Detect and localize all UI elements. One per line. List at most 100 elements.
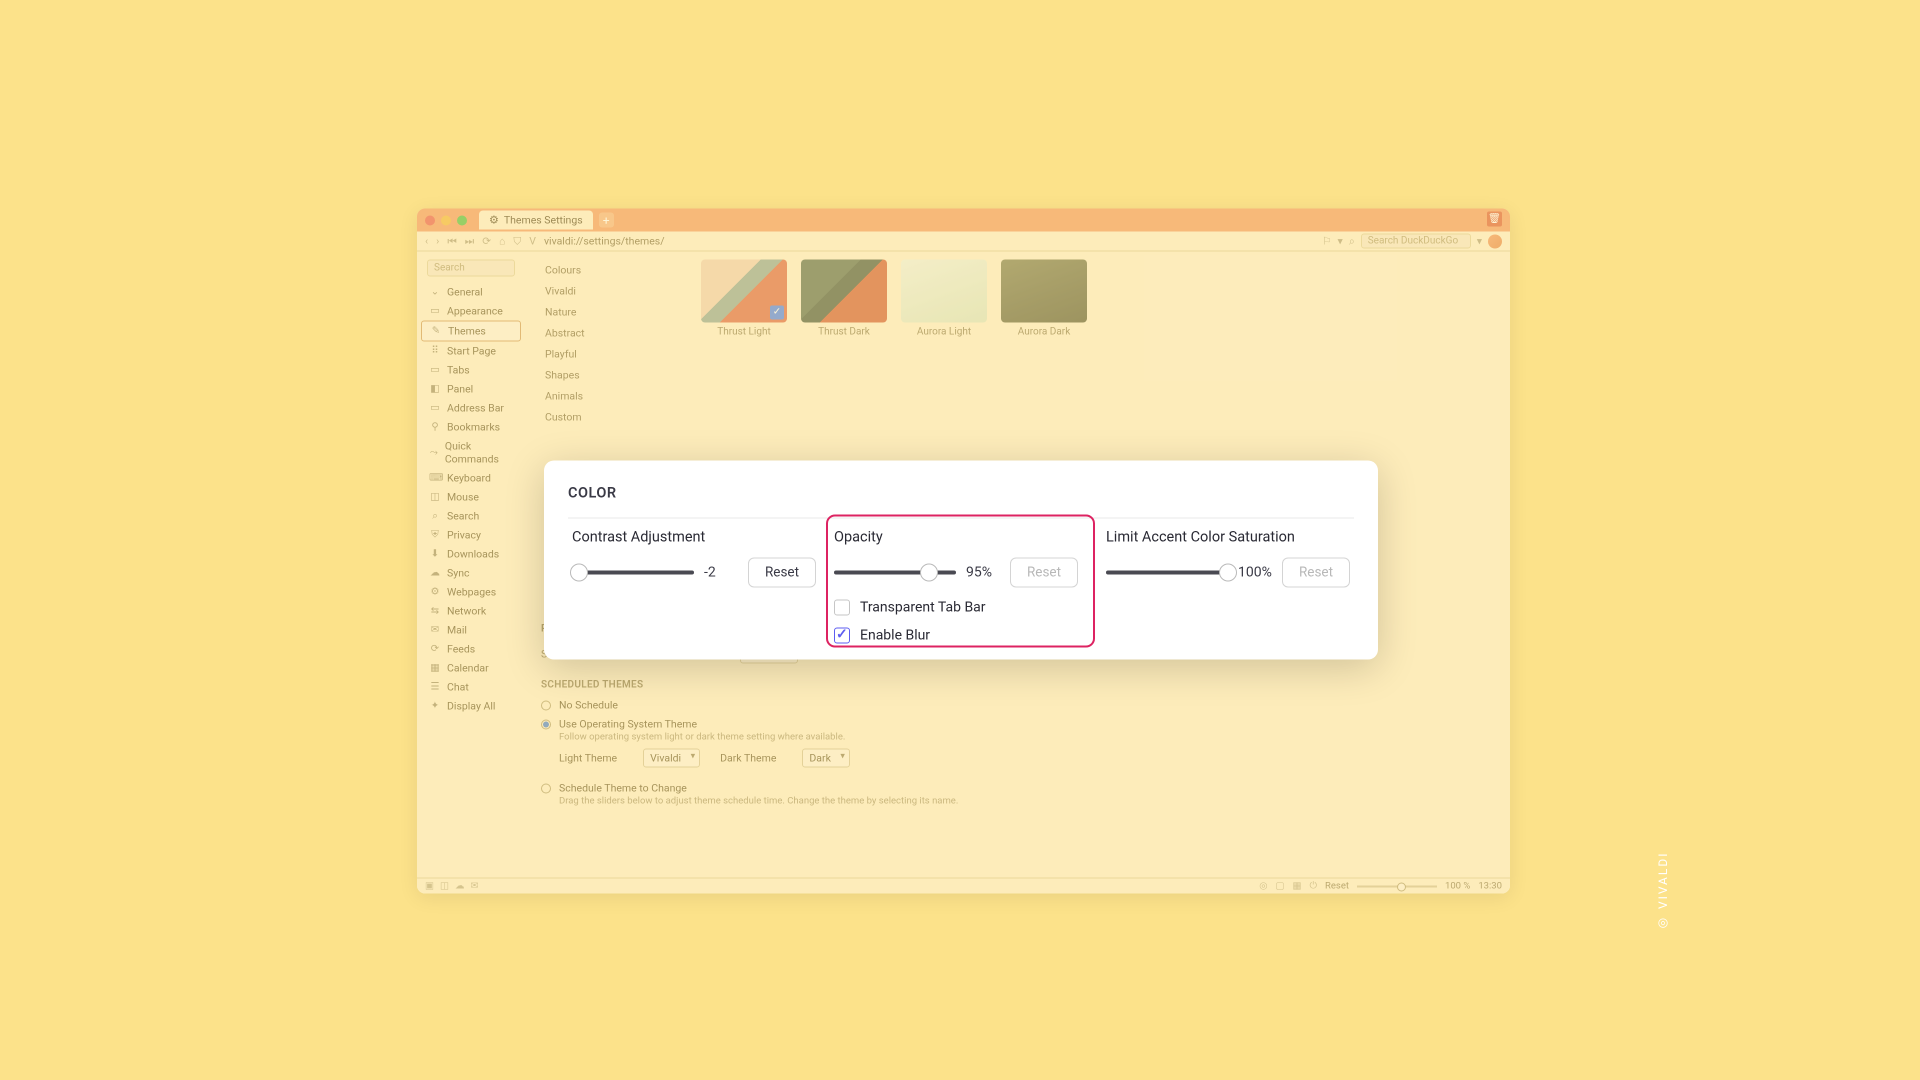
tile-icon[interactable]: ◫ [440, 881, 449, 892]
chevron-down-icon[interactable]: ▾ [1338, 235, 1343, 248]
light-theme-label: Light Theme [559, 752, 617, 765]
image-icon[interactable]: ▦ [1293, 881, 1302, 892]
forward-icon[interactable]: › [436, 235, 439, 248]
contrast-slider[interactable] [572, 571, 694, 575]
maximize-icon[interactable] [457, 215, 467, 225]
search-dropdown-icon[interactable]: ▾ [1477, 235, 1482, 248]
category-vivaldi[interactable]: Vivaldi [541, 281, 681, 302]
theme-card-thrust-light[interactable]: Thrust Light [701, 260, 787, 338]
radio-no-schedule[interactable]: No Schedule [541, 699, 1510, 712]
theme-card-thrust-dark[interactable]: Thrust Dark [801, 260, 887, 338]
radio-use-os[interactable]: Use Operating System Theme Follow operat… [541, 718, 1510, 743]
sidebar-item-bookmarks[interactable]: ⚲ Bookmarks [421, 418, 521, 437]
sidebar-item-mail[interactable]: ✉Mail [421, 621, 521, 640]
scheduled-heading: SCHEDULED THEMES [541, 680, 1510, 691]
contrast-reset-button[interactable]: Reset [748, 558, 816, 588]
sidebar-item-start-page[interactable]: ⠿Start Page [421, 342, 521, 361]
slider-thumb[interactable] [1219, 564, 1237, 582]
sidebar-item-display-all[interactable]: ✦Display All [421, 697, 521, 716]
sidebar-item-label: General [447, 286, 483, 299]
category-nature[interactable]: Nature [541, 302, 681, 323]
sidebar-item-chat[interactable]: ☰Chat [421, 678, 521, 697]
transparent-tab-bar-checkbox[interactable]: Transparent Tab Bar [834, 600, 1078, 616]
category-playful[interactable]: Playful [541, 344, 681, 365]
theme-name: Thrust Light [701, 327, 787, 338]
dark-theme-select[interactable]: Dark [802, 749, 849, 768]
sidebar-item-icon: ⚲ [429, 422, 441, 433]
sidebar-item-quick-commands[interactable]: ⤳Quick Commands [421, 437, 521, 469]
sidebar-item-downloads[interactable]: ⬇Downloads [421, 545, 521, 564]
sidebar-item-label: Network [447, 605, 486, 618]
category-custom[interactable]: Custom [541, 407, 681, 428]
theme-card-aurora-dark[interactable]: Aurora Dark [1001, 260, 1087, 338]
sidebar-item-icon: ⛨ [429, 530, 441, 541]
pip-icon[interactable]: ▢ [1276, 881, 1285, 892]
sidebar-item-webpages[interactable]: ⚙Webpages [421, 583, 521, 602]
tab-themes-settings[interactable]: ⚙ Themes Settings [479, 211, 593, 230]
new-tab-button[interactable]: + [599, 213, 614, 228]
search-input[interactable]: Search DuckDuckGo [1361, 234, 1471, 249]
brand-watermark: ◎ VIVALDI [1656, 852, 1670, 932]
address-bar: ‹ › ⏮ ⏭ ⟳ ⌂ ⛉ V vivaldi://settings/theme… [417, 232, 1510, 252]
zoom-slider[interactable] [1357, 885, 1437, 887]
category-animals[interactable]: Animals [541, 386, 681, 407]
capture-icon[interactable]: ◎ [1259, 881, 1267, 892]
zoom-reset[interactable]: Reset [1325, 881, 1349, 892]
sidebar-item-network[interactable]: ⇆Network [421, 602, 521, 621]
trash-button[interactable]: 🗑 [1487, 212, 1502, 227]
ffwd-icon[interactable]: ⏭ [465, 234, 474, 248]
checkbox-icon [834, 600, 850, 616]
sidebar-item-icon: ⌄ [429, 287, 441, 298]
sidebar-item-themes[interactable]: ✎Themes [421, 321, 521, 342]
saturation-reset-button[interactable]: Reset [1282, 558, 1350, 588]
close-icon[interactable] [425, 215, 435, 225]
sidebar-item-search[interactable]: ⌕Search [421, 507, 521, 526]
minimize-icon[interactable] [441, 215, 451, 225]
category-abstract[interactable]: Abstract [541, 323, 681, 344]
reload-icon[interactable]: ⟳ [482, 235, 491, 248]
sidebar-item-label: Mouse [447, 491, 479, 504]
slider-thumb[interactable] [920, 564, 938, 582]
sidebar-item-sync[interactable]: ☁Sync [421, 564, 521, 583]
sidebar-item-label: Bookmarks [447, 421, 500, 434]
saturation-slider[interactable] [1106, 571, 1228, 575]
enable-blur-checkbox[interactable]: Enable Blur [834, 628, 1078, 644]
sidebar-item-privacy[interactable]: ⛨ Privacy [421, 526, 521, 545]
sidebar-item-feeds[interactable]: ⟳Feeds [421, 640, 521, 659]
slider-thumb[interactable] [570, 564, 588, 582]
light-theme-select[interactable]: Vivaldi [643, 749, 700, 768]
sidebar-item-mouse[interactable]: ◫Mouse [421, 488, 521, 507]
sidebar-item-label: Privacy [447, 529, 481, 542]
sidebar-search-input[interactable]: Search [427, 260, 515, 277]
category-colours[interactable]: Colours [541, 260, 681, 281]
mail-icon[interactable]: ✉ [470, 881, 478, 892]
brand-icon: ◎ [1656, 916, 1670, 932]
sidebar-item-address-bar[interactable]: ▭Address Bar [421, 399, 521, 418]
cloud-icon[interactable]: ☁ [455, 881, 465, 892]
shield-icon[interactable]: ⛉ [513, 234, 521, 248]
url-text[interactable]: vivaldi://settings/themes/ [544, 235, 665, 248]
themes-row: Thrust Light Thrust DarkAurora LightAuror… [701, 260, 1510, 338]
opacity-reset-button[interactable]: Reset [1010, 558, 1078, 588]
back-icon[interactable]: ‹ [425, 235, 428, 248]
checkbox-label: Transparent Tab Bar [860, 600, 986, 616]
sidebar-item-tabs[interactable]: ▭Tabs [421, 361, 521, 380]
avatar[interactable] [1488, 234, 1502, 248]
bookmark-icon[interactable]: ⚐ [1322, 235, 1331, 248]
sidebar-item-panel[interactable]: ◧Panel [421, 380, 521, 399]
statusbar: ▣ ◫ ☁ ✉ ◎ ▢ ▦ ⏻ Reset 100 % 13:30 [417, 878, 1510, 894]
contrast-column: Contrast Adjustment -2 Reset [568, 529, 820, 644]
sidebar-item-appearance[interactable]: ▭Appearance [421, 302, 521, 321]
home-icon[interactable]: ⌂ [499, 235, 505, 248]
sidebar-item-general[interactable]: ⌄ General [421, 283, 521, 302]
opacity-slider[interactable] [834, 571, 956, 575]
break-icon[interactable]: ⏻ [1310, 881, 1318, 892]
sidebar-item-calendar[interactable]: ▦Calendar [421, 659, 521, 678]
radio-schedule-change[interactable]: Schedule Theme to Change Drag the slider… [541, 782, 1510, 807]
theme-card-aurora-light[interactable]: Aurora Light [901, 260, 987, 338]
sidebar-item-keyboard[interactable]: ⌨Keyboard [421, 469, 521, 488]
rewind-icon[interactable]: ⏮ [447, 234, 456, 248]
search-engine-icon[interactable]: ⌕ [1349, 234, 1355, 248]
category-shapes[interactable]: Shapes [541, 365, 681, 386]
panel-toggle-icon[interactable]: ▣ [425, 881, 434, 892]
